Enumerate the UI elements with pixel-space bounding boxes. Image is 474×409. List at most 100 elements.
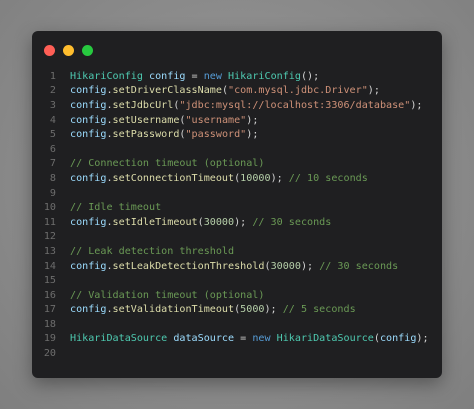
- line-number: 11: [43, 216, 56, 228]
- code-token: setConnectionTimeout: [112, 172, 235, 184]
- code-line: 4 config.setUsername("username");: [32, 113, 442, 128]
- code-line: 12: [32, 230, 442, 245]
- code-token: config: [70, 99, 107, 111]
- code-token: );: [264, 304, 283, 316]
- code-text: config.setValidationTimeout(5000); // 5 …: [70, 304, 356, 315]
- code-token: setUsername: [112, 114, 180, 126]
- code-token: 30000: [270, 260, 301, 272]
- code-line: 1 HikariConfig config = new HikariConfig(…: [32, 69, 442, 84]
- maximize-button[interactable]: [82, 45, 93, 56]
- line-number: 2: [49, 85, 56, 97]
- code-window: 1 HikariConfig config = new HikariConfig(…: [32, 31, 442, 378]
- code-line: 8 config.setConnectionTimeout(10000); // …: [32, 171, 442, 186]
- code-token: // Idle timeout: [70, 202, 162, 214]
- code-token: 5000: [240, 304, 265, 316]
- code-token: // 5 seconds: [282, 304, 356, 316]
- code-token: config: [70, 260, 107, 272]
- line-number: 18: [43, 318, 56, 330]
- code-token: HikariConfig: [228, 70, 301, 82]
- line-number: 5: [49, 129, 56, 141]
- code-text: // Idle timeout: [70, 202, 161, 213]
- code-token: new: [252, 333, 271, 345]
- code-token: config: [70, 114, 107, 126]
- code-text: // Validation timeout (optional): [70, 290, 264, 301]
- line-number: 3: [49, 99, 56, 111]
- code-token: setPassword: [112, 129, 180, 141]
- code-token: setLeakDetectionThreshold: [112, 260, 265, 272]
- code-line: 14 config.setLeakDetectionThreshold(30000…: [32, 259, 442, 274]
- code-line: 3 config.setJdbcUrl("jdbc:mysql://localho…: [32, 98, 442, 113]
- code-token: );: [300, 260, 320, 272]
- code-token: 30000: [203, 216, 235, 228]
- code-text: config.setIdleTimeout(30000); // 30 seco…: [70, 217, 331, 228]
- code-token: dataSource: [173, 333, 235, 345]
- code-token: =: [234, 333, 253, 345]
- code-text: config.setConnectionTimeout(10000); // 1…: [70, 173, 368, 184]
- code-line: 18: [32, 317, 442, 332]
- code-token: setJdbcUrl: [112, 99, 174, 111]
- code-line: 16 // Validation timeout (optional): [32, 288, 442, 303]
- code-token: // Validation timeout (optional): [70, 289, 265, 301]
- code-token: // 10 seconds: [288, 172, 368, 184]
- code-token: HikariDataSource: [276, 333, 374, 345]
- line-number: 1: [49, 70, 56, 82]
- code-token: );: [367, 85, 380, 97]
- line-number: 15: [43, 275, 56, 287]
- code-text: // Connection timeout (optional): [70, 158, 264, 169]
- code-text: HikariConfig config = new HikariConfig()…: [70, 71, 319, 82]
- code-token: "password": [185, 129, 247, 141]
- line-number: 17: [43, 304, 56, 316]
- code-text: HikariDataSource dataSource = new Hikari…: [70, 333, 429, 344]
- code-token: HikariDataSource: [70, 333, 168, 345]
- code-line: 20: [32, 346, 442, 361]
- line-number: 6: [49, 143, 56, 155]
- minimize-button[interactable]: [63, 45, 74, 56]
- code-token: config: [70, 304, 107, 316]
- code-token: );: [416, 333, 429, 345]
- code-token: config: [70, 129, 107, 141]
- code-line: 11 config.setIdleTimeout(30000); // 30 se…: [32, 215, 442, 230]
- code-token: ();: [300, 70, 320, 82]
- line-number: 14: [43, 260, 56, 272]
- code-text: config.setPassword("password");: [70, 129, 258, 140]
- code-token: );: [270, 172, 289, 184]
- code-token: "username": [185, 114, 247, 126]
- code-token: =: [185, 70, 204, 82]
- code-token: 10000: [240, 172, 271, 184]
- line-number: 10: [43, 202, 56, 214]
- code-line: 5 config.setPassword("password");: [32, 127, 442, 142]
- code-token: "jdbc:mysql://localhost:3306/database": [179, 99, 411, 111]
- code-block: 1 HikariConfig config = new HikariConfig(…: [32, 69, 442, 361]
- code-line: 15: [32, 273, 442, 288]
- line-number: 9: [49, 187, 56, 199]
- code-token: // Connection timeout (optional): [70, 158, 265, 170]
- code-line: 6: [32, 142, 442, 157]
- line-number: 16: [43, 289, 56, 301]
- code-token: config: [70, 85, 107, 97]
- code-token: setIdleTimeout: [112, 216, 198, 228]
- code-text: config.setDriverClassName("com.mysql.jdb…: [70, 85, 380, 96]
- code-token: );: [410, 99, 423, 111]
- code-token: );: [234, 216, 253, 228]
- code-line: 9: [32, 186, 442, 201]
- line-number: 13: [43, 245, 56, 257]
- code-line: 2 config.setDriverClassName("com.mysql.jd…: [32, 84, 442, 99]
- code-token: config: [149, 70, 186, 82]
- code-token: // 30 seconds: [252, 216, 332, 228]
- line-number: 12: [43, 231, 56, 243]
- code-line: 13 // Leak detection threshold: [32, 244, 442, 259]
- code-token: config: [70, 172, 107, 184]
- code-token: new: [203, 70, 222, 82]
- line-number: 4: [49, 114, 56, 126]
- line-number: 19: [43, 333, 56, 345]
- code-line: 10 // Idle timeout: [32, 200, 442, 215]
- close-button[interactable]: [44, 45, 55, 56]
- line-number: 7: [49, 158, 56, 170]
- code-token: config: [379, 333, 417, 345]
- code-token: setDriverClassName: [112, 85, 222, 97]
- code-token: setValidationTimeout: [112, 304, 235, 316]
- code-text: config.setLeakDetectionThreshold(30000);…: [70, 261, 398, 272]
- code-token: // Leak detection threshold: [70, 245, 235, 257]
- code-token: "com.mysql.jdbc.Driver": [228, 85, 368, 97]
- code-line: 17 config.setValidationTimeout(5000); // …: [32, 303, 442, 318]
